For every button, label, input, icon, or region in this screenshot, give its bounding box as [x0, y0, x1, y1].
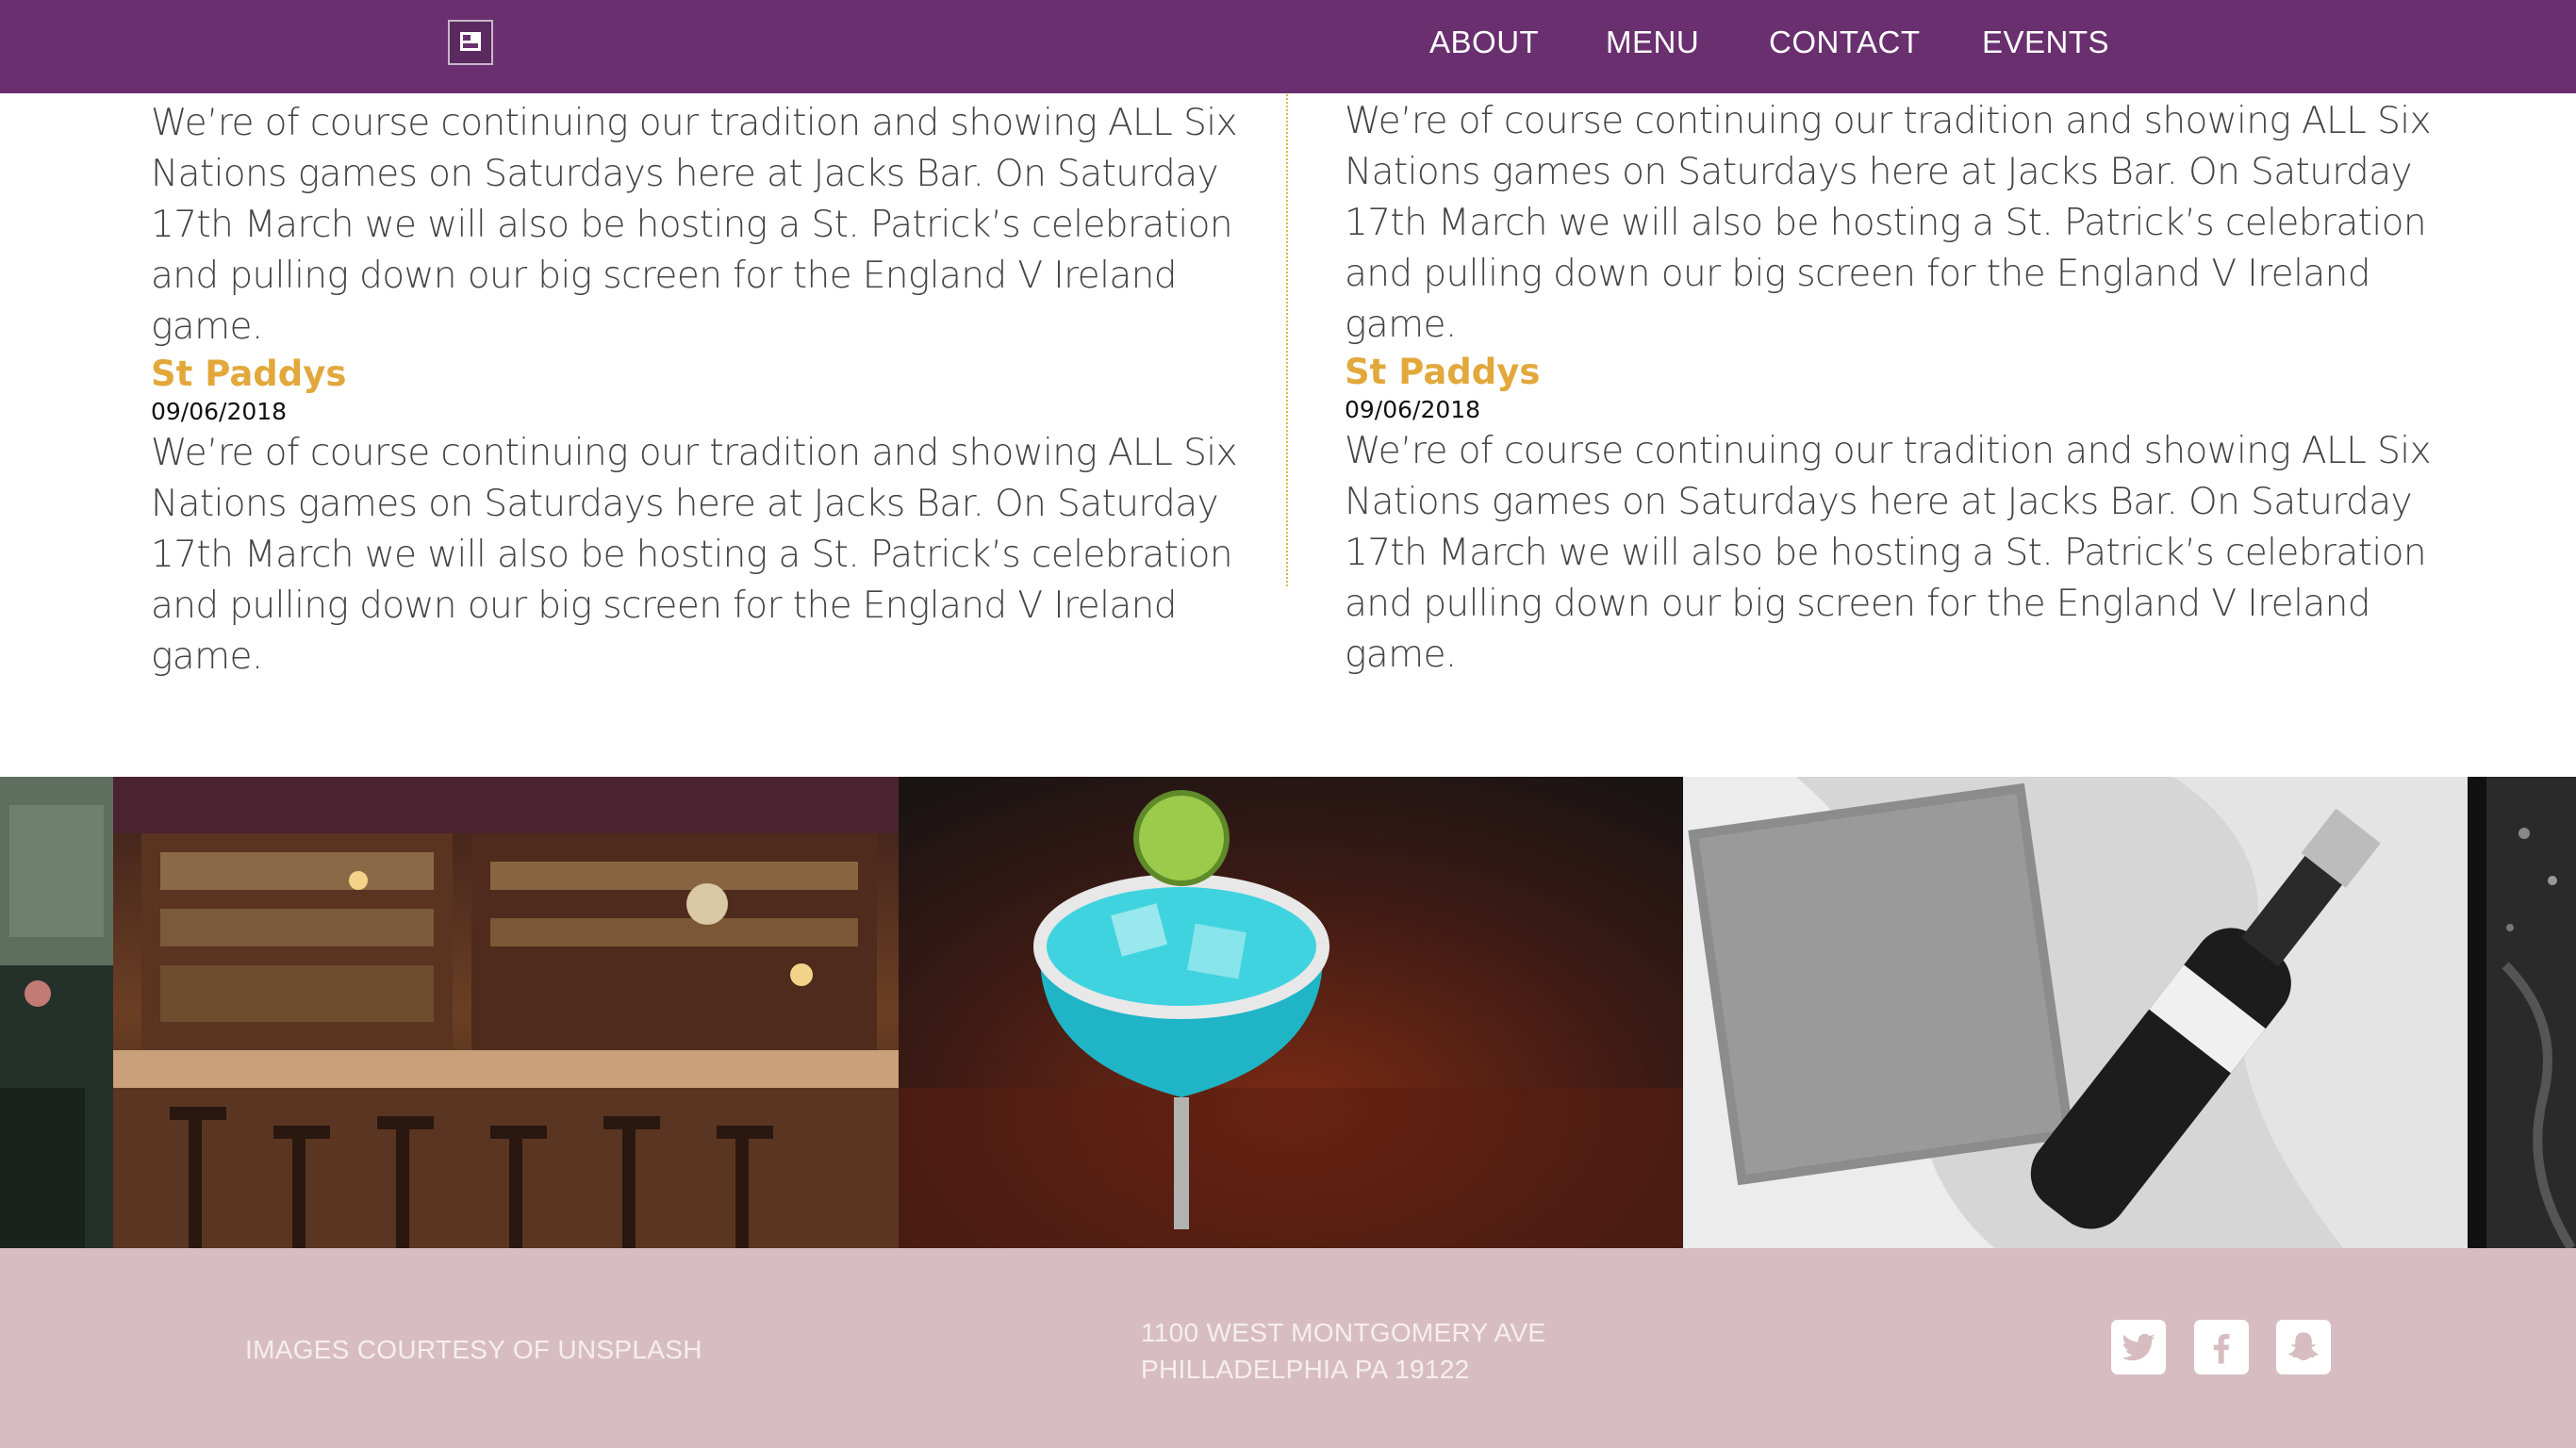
photo-gallery [0, 777, 2576, 1248]
post-body-text: We’re of course continuing our tradition… [1345, 430, 2432, 676]
twitter-icon [2122, 1333, 2155, 1361]
site-footer: IMAGES COURTESY OF UNSPLASH 1100 WEST MO… [0, 1248, 2576, 1448]
logo[interactable] [448, 20, 493, 65]
bar-interior-photo [113, 777, 899, 1248]
facebook-icon [2213, 1333, 2230, 1364]
logo-icon [460, 32, 481, 51]
post-title[interactable]: St Paddys [1345, 351, 2476, 394]
article-intro-text: We’re of course continuing our tradition… [1345, 100, 2432, 346]
gallery-partial-right [2468, 777, 2576, 1248]
address-block: 1100 WEST MONTGOMERY AVE PHILLADELPHIA P… [1141, 1314, 1545, 1388]
article-intro-text: We’re of course continuing our tradition… [151, 102, 1238, 348]
facebook-link[interactable] [2194, 1320, 2249, 1374]
post-body-text: We’re of course continuing our tradition… [151, 432, 1238, 678]
gallery-partial-left [0, 777, 113, 1248]
top-navbar: ABOUT MENU CONTACT EVENTS [0, 0, 2576, 93]
champagne-bottle-photo [1683, 777, 2468, 1248]
snapchat-icon [2288, 1332, 2319, 1360]
news-column-left: We’re of course continuing our tradition… [151, 98, 1287, 683]
twitter-link[interactable] [2111, 1320, 2166, 1374]
news-column-right: We’re of course continuing our tradition… [1345, 96, 2476, 681]
address-line-2: PHILLADELPHIA PA 19122 [1141, 1355, 1470, 1384]
post-date: 09/06/2018 [1345, 396, 1481, 423]
post-title[interactable]: St Paddys [151, 353, 1287, 396]
address-line-1: 1100 WEST MONTGOMERY AVE [1141, 1318, 1546, 1347]
nav-menu-link[interactable]: MENU [1606, 26, 1699, 58]
snapchat-link[interactable] [2276, 1320, 2331, 1374]
post-date: 09/06/2018 [151, 398, 288, 425]
nav-events-link[interactable]: EVENTS [1982, 26, 2109, 58]
nav-contact-link[interactable]: CONTACT [1769, 26, 1921, 58]
image-credit-text: IMAGES COURTESY OF UNSPLASH [245, 1335, 702, 1364]
nav-about-link[interactable]: ABOUT [1429, 26, 1539, 58]
blue-margarita-photo [899, 777, 1683, 1248]
